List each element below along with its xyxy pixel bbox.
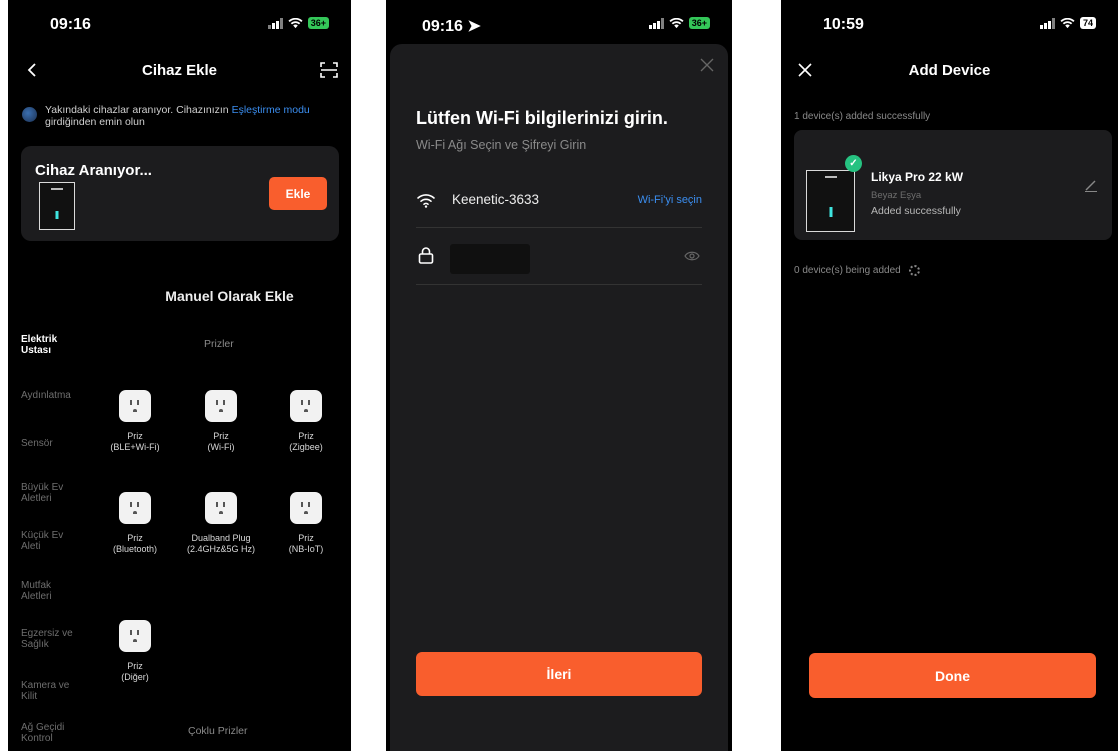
success-check-icon: ✓: [845, 155, 862, 172]
status-time: 09:16: [50, 16, 91, 33]
device-item[interactable]: Priz (Diğer): [100, 620, 170, 683]
socket-icon: [205, 492, 237, 524]
socket-icon: [119, 492, 151, 524]
status-icons: 36+: [267, 17, 329, 29]
section-power-strips: Çoklu Prizler: [188, 725, 248, 737]
eye-icon[interactable]: [684, 251, 700, 261]
device-item[interactable]: Priz (Bluetooth): [100, 492, 170, 555]
wifi-status-icon: [1060, 17, 1075, 28]
battery-icon: 36+: [688, 17, 710, 29]
wifi-icon: [417, 194, 435, 208]
wifi-title: Lütfen Wi-Fi bilgilerinizi girin.: [416, 108, 668, 128]
signal-icon: [648, 17, 664, 29]
device-status: Added successfully: [871, 205, 961, 217]
add-device-screen: 09:16 36+ Cihaz Ekle Yakındaki cihazlar …: [8, 0, 351, 751]
wifi-status-icon: [288, 17, 303, 28]
category-small-appliance[interactable]: Küçük Ev Aleti: [21, 530, 71, 552]
status-time: 10:59: [823, 16, 864, 33]
category-lighting[interactable]: Aydınlatma: [21, 390, 71, 401]
pairing-mode-link[interactable]: Eşleştirme modu: [232, 104, 310, 116]
add-button[interactable]: Ekle: [269, 177, 327, 210]
lock-icon: [418, 247, 434, 264]
category-kitchen[interactable]: Mutfak Aletleri: [21, 580, 71, 602]
page-title: Cihaz Ekle: [141, 62, 218, 79]
signal-icon: [1039, 17, 1055, 29]
socket-icon: [290, 492, 322, 524]
status-bar: 10:59 74: [781, 0, 1118, 48]
close-icon[interactable]: [700, 58, 714, 72]
wifi-network-row[interactable]: Keenetic-3633 Wi-Fi'yi seçin: [416, 176, 702, 228]
edit-icon[interactable]: [1084, 178, 1098, 192]
done-button[interactable]: Done: [809, 653, 1096, 698]
socket-icon: [119, 620, 151, 652]
category-large-appliances[interactable]: Büyük Ev Aletleri: [21, 482, 81, 504]
status-bar: 09:16 36+: [8, 0, 351, 48]
device-item[interactable]: Priz (Zigbee): [271, 390, 341, 453]
category-sensor[interactable]: Sensör: [21, 438, 53, 449]
device-thumbnail: [806, 170, 855, 232]
category-fitness[interactable]: Egzersiz ve Sağlık: [21, 628, 81, 650]
pending-devices: 0 device(s) being added: [794, 265, 920, 276]
device-item[interactable]: Dualband Plug (2.4GHz&5G Hz): [186, 492, 256, 555]
choose-wifi-link[interactable]: Wi-Fi'yi seçin: [638, 194, 702, 206]
status-time: 09:16 ➤: [422, 18, 481, 35]
info-text-end: girdiğinden emin olun: [45, 116, 145, 128]
password-input[interactable]: [450, 244, 530, 274]
ssid-value: Keenetic-3633: [452, 192, 540, 207]
socket-icon: [290, 390, 322, 422]
wifi-setup-screen: 09:16 ➤ 36+ Lütfen Wi-Fi bilgilerinizi g…: [386, 0, 732, 751]
next-button[interactable]: İleri: [416, 652, 702, 696]
signal-icon: [267, 17, 283, 29]
loading-spinner-icon: [908, 265, 920, 276]
category-electrician[interactable]: Elektrik Ustası: [21, 334, 81, 356]
status-icons: 74: [1039, 17, 1096, 29]
device-item[interactable]: Priz (BLE+Wi-Fi): [100, 390, 170, 453]
battery-icon: 74: [1079, 17, 1096, 29]
info-text: Yakındaki cihazlar aranıyor. Cihazınızın: [45, 104, 232, 116]
device-added-screen: 10:59 74 Add Device 1 device(s) added su…: [781, 0, 1118, 751]
status-icons: 36+: [648, 17, 710, 29]
radar-icon: [22, 107, 37, 122]
added-count-text: 1 device(s) added successfully: [794, 111, 931, 122]
status-bar: 09:16 ➤ 36+: [386, 0, 732, 48]
device-category: Beyaz Eşya: [871, 190, 922, 201]
device-thumbnail: [39, 182, 75, 230]
category-camera-lock[interactable]: Kamera ve Kilit: [21, 680, 71, 702]
section-sockets: Prizler: [204, 338, 234, 350]
scan-icon[interactable]: [319, 60, 339, 80]
device-item[interactable]: Priz (NB-IoT): [271, 492, 341, 555]
page-title: Add Device: [908, 62, 991, 79]
socket-icon: [205, 390, 237, 422]
password-row: [416, 228, 702, 285]
location-arrow-icon: ➤: [467, 18, 481, 35]
wifi-status-icon: [669, 17, 684, 28]
search-info: Yakındaki cihazlar aranıyor. Cihazınızın…: [22, 104, 343, 128]
pending-text: 0 device(s) being added: [794, 265, 901, 276]
searching-title: Cihaz Aranıyor...: [35, 162, 152, 179]
socket-icon: [119, 390, 151, 422]
device-item[interactable]: Priz (Wi-Fi): [186, 390, 256, 453]
manual-add-title: Manuel Olarak Ekle: [165, 288, 294, 304]
device-name: Likya Pro 22 kW: [871, 170, 964, 184]
wifi-subtitle: Wi-Fi Ağı Seçin ve Şifreyi Girin: [416, 138, 587, 152]
battery-icon: 36+: [307, 17, 329, 29]
category-gateway[interactable]: Ağ Geçidi Kontrol: [21, 722, 71, 744]
